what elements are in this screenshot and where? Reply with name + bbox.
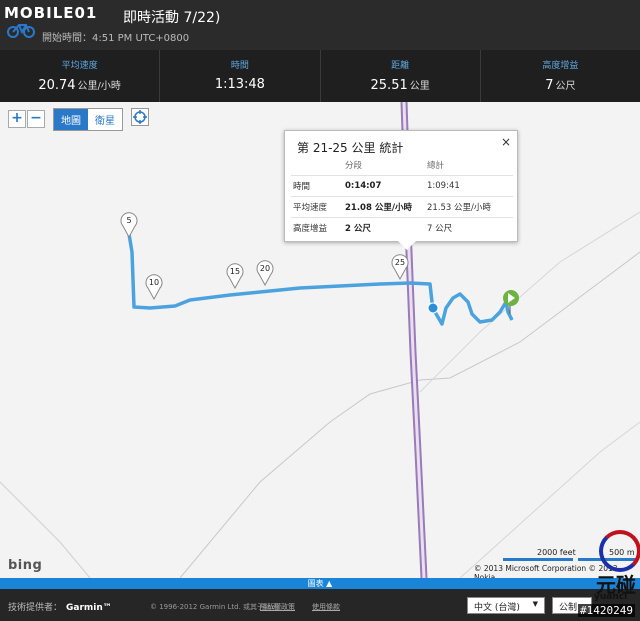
row-label: 平均速度: [291, 196, 343, 218]
row-label: 高度增益: [291, 217, 343, 238]
segment-value: 2 公尺: [343, 217, 425, 238]
segment-stats-popup: 第 21-25 公里 統計 × 分段 總計 時間 0:14:07 1:09:41…: [284, 130, 518, 242]
stat-unit: 公里/小時: [77, 81, 121, 92]
stat-elevation-gain: 高度增益 7 公尺: [481, 50, 640, 102]
activity-title: 即時活動 7/22): [123, 10, 221, 26]
stat-value: 1:13:48: [214, 77, 265, 92]
table-row: 平均速度 21.08 公里/小時 21.53 公里/小時: [291, 196, 513, 218]
segment-value: 21.08 公里/小時: [343, 196, 425, 218]
popup-pointer: [398, 241, 416, 250]
stat-label: 高度增益: [542, 61, 579, 71]
stat-label: 平均速度: [61, 61, 98, 71]
activity-header: MOBILE01 即時活動 7/22) 開始時間：4:51 PM UTC+080…: [0, 0, 640, 50]
table-row: 高度增益 2 公尺 7 公尺: [291, 217, 513, 238]
total-value: 1:09:41: [425, 175, 513, 197]
marker-label: 15: [229, 267, 241, 276]
map-type-switch: 地圖 衛星: [53, 108, 123, 131]
km-marker-10[interactable]: 10: [145, 274, 163, 301]
locate-button[interactable]: [131, 108, 149, 126]
segment-value: 0:14:07: [343, 175, 425, 197]
start-time: 開始時間：4:51 PM UTC+0800: [42, 33, 190, 44]
crosshair-icon: [133, 110, 147, 124]
stat-avg-speed: 平均速度 20.74 公里/小時: [0, 50, 161, 102]
stat-label: 時間: [230, 61, 249, 71]
km-marker-5[interactable]: 5: [120, 212, 138, 239]
site-logo[interactable]: MOBILE01: [4, 4, 97, 22]
stat-unit: 公尺: [555, 81, 576, 92]
marker-label: 25: [394, 258, 406, 267]
page-footer: 技術提供者： Garmin™ © 1996-2012 Garmin Ltd. 或其…: [0, 589, 640, 621]
stat-time: 時間 1:13:48: [160, 50, 321, 102]
footer-copyright: © 1996-2012 Garmin Ltd. 或其子公司: [150, 603, 279, 611]
watermark-circle: [599, 530, 640, 572]
chart-toggle-tab[interactable]: 圖表 ▲: [0, 578, 640, 589]
watermark-sub: yuanci: [594, 592, 628, 602]
cycling-icon: [7, 24, 35, 38]
column-header: 分段: [345, 161, 363, 171]
stat-label: 距離: [391, 61, 410, 71]
privacy-link[interactable]: 隱私權政策: [260, 602, 295, 612]
close-icon[interactable]: ×: [501, 135, 511, 149]
km-marker-15[interactable]: 15: [226, 263, 244, 290]
marker-label: 5: [126, 216, 132, 225]
map-type-road[interactable]: 地圖: [54, 109, 88, 130]
scale-feet: 2000 feet: [537, 548, 576, 557]
summary-stats: 平均速度 20.74 公里/小時 時間 1:13:48 距離 25.51 公里 高度…: [0, 50, 640, 102]
stat-distance: 距離 25.51 公里: [321, 50, 481, 102]
segment-stats-table: 分段 總計 時間 0:14:07 1:09:41 平均速度 21.08 公里/小…: [291, 159, 513, 238]
bing-logo: bing: [8, 558, 43, 573]
route-track: [127, 233, 514, 326]
row-label: 時間: [291, 175, 343, 197]
stat-value: 20.74: [38, 78, 76, 93]
garmin-brand: Garmin™: [66, 603, 112, 613]
provider-credit: 技術提供者： Garmin™: [8, 603, 112, 613]
language-select[interactable]: 中文 (台灣) ▼: [467, 597, 545, 614]
column-header: 總計: [427, 161, 445, 171]
marker-label: 10: [148, 278, 160, 287]
total-value: 21.53 公里/小時: [425, 196, 513, 218]
table-row: 時間 0:14:07 1:09:41: [291, 175, 513, 197]
zoom-in-button[interactable]: +: [8, 110, 26, 128]
stat-value: 7: [545, 78, 554, 93]
current-position-dot: [427, 302, 439, 314]
km-marker-20[interactable]: 20: [256, 260, 274, 287]
popup-title: 第 21-25 公里 統計: [297, 141, 404, 155]
map-type-satellite[interactable]: 衛星: [88, 109, 122, 130]
scale-bar-feet: [503, 558, 573, 561]
watermark-id: #1420249: [578, 604, 635, 617]
stat-value: 25.51: [370, 78, 408, 93]
km-marker-25[interactable]: 25: [391, 254, 409, 281]
terms-link[interactable]: 使用條款: [312, 602, 340, 612]
total-value: 7 公尺: [425, 217, 513, 238]
route-map[interactable]: + − 地圖 衛星 5 10 15 20 25 第 21-25 公里 統計 ×: [0, 102, 640, 578]
chevron-down-icon: ▼: [532, 600, 538, 608]
zoom-out-button[interactable]: −: [27, 110, 45, 128]
marker-label: 20: [259, 264, 271, 273]
stat-unit: 公里: [409, 81, 430, 92]
